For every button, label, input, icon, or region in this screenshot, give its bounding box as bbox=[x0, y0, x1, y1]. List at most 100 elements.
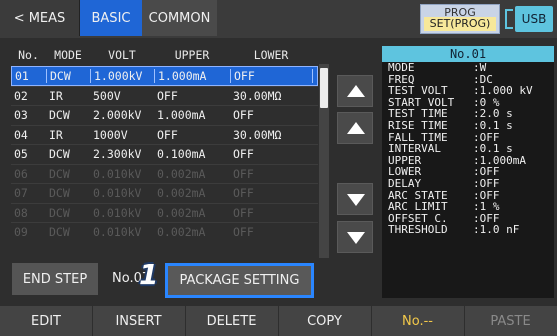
detail-value: :0.1 s bbox=[473, 118, 513, 132]
table-row[interactable]: 09 DCW 0.010kV 0.002mA OFF bbox=[11, 222, 318, 242]
insert-button[interactable]: INSERT bbox=[92, 306, 186, 336]
col-header-mode: MODE bbox=[54, 48, 82, 62]
usb-indicator: USB bbox=[503, 6, 553, 32]
cell-upper: 0.002mA bbox=[157, 166, 206, 181]
table-body: 01 DCW 1.000kV 1.000mA OFF 02 IR 500V OFF 30.00MΩ… bbox=[11, 66, 318, 242]
cell-upper: OFF bbox=[157, 88, 178, 103]
cell-no: 01 bbox=[12, 68, 47, 83]
detail-key: ARC LIMIT bbox=[388, 200, 448, 214]
cell-upper: 1.000mA bbox=[155, 68, 231, 83]
cell-mode: DCW bbox=[47, 68, 91, 83]
cell-mode: DCW bbox=[49, 108, 70, 123]
cell-mode: DCW bbox=[49, 225, 70, 240]
table-header: No. MODE VOLT UPPER LOWER bbox=[11, 48, 318, 66]
detail-row: MODE:W bbox=[382, 62, 554, 74]
row-down-button[interactable] bbox=[337, 183, 373, 215]
detail-row: THRESHOLD :1.0 nF bbox=[382, 224, 554, 236]
delete-button[interactable]: DELETE bbox=[185, 306, 279, 336]
detail-value: :OFF bbox=[473, 176, 500, 190]
tester-screen: < MEAS BASIC COMMON PROG SET(PROG) USB N… bbox=[0, 0, 557, 336]
cell-volt: 0.010kV bbox=[93, 205, 142, 220]
paste-button[interactable]: PASTE bbox=[464, 306, 557, 336]
cell-upper: 1.000mA bbox=[157, 108, 206, 123]
callout-number: 1 bbox=[139, 258, 159, 291]
col-header-upper: UPPER bbox=[174, 48, 210, 62]
page-down-button[interactable] bbox=[337, 221, 373, 253]
cell-mode: DCW bbox=[49, 186, 70, 201]
tab-common[interactable]: COMMON bbox=[142, 0, 217, 36]
copy-button[interactable]: COPY bbox=[278, 306, 372, 336]
detail-title: No.01 bbox=[382, 46, 554, 62]
cell-lower: 30.00MΩ bbox=[233, 127, 282, 142]
cell-no: 02 bbox=[14, 88, 28, 103]
detail-value: :1 % bbox=[473, 200, 500, 214]
cell-lower: OFF bbox=[233, 147, 254, 162]
cell-mode: DCW bbox=[49, 147, 70, 162]
cell-upper: 0.002mA bbox=[157, 225, 206, 240]
tab-meas[interactable]: < MEAS bbox=[0, 0, 80, 36]
cell-volt: 2.000kV bbox=[93, 108, 142, 123]
table-row[interactable]: 01 DCW 1.000kV 1.000mA OFF bbox=[11, 66, 318, 86]
cell-volt: 0.010kV bbox=[93, 166, 142, 181]
cell-lower: OFF bbox=[231, 68, 313, 83]
prog-value: SET(PROG) bbox=[424, 17, 496, 31]
col-header-lower: LOWER bbox=[253, 48, 289, 62]
detail-key: INTERVAL bbox=[388, 142, 441, 156]
cell-mode: DCW bbox=[49, 166, 70, 181]
cell-volt: 2.300kV bbox=[93, 147, 142, 162]
step-table: No. MODE VOLT UPPER LOWER 01 DCW 1.000kV 1.… bbox=[11, 48, 318, 242]
row-up-icon bbox=[347, 122, 365, 134]
table-scrollbar[interactable] bbox=[319, 64, 329, 258]
detail-row: DELAY :OFF bbox=[382, 178, 554, 190]
detail-value: :0.1 s bbox=[473, 142, 513, 156]
col-header-volt: VOLT bbox=[108, 48, 136, 62]
tab-basic[interactable]: BASIC bbox=[80, 0, 142, 36]
cell-no: 06 bbox=[14, 166, 28, 181]
table-row[interactable]: 07 DCW 0.010kV 0.002mA OFF bbox=[11, 183, 318, 203]
page-up-button[interactable] bbox=[337, 75, 373, 107]
table-row[interactable]: 05 DCW 2.300kV 0.100mA OFF bbox=[11, 144, 318, 164]
table-row[interactable]: 03 DCW 2.000kV 1.000mA OFF bbox=[11, 105, 318, 125]
cell-lower: OFF bbox=[233, 108, 254, 123]
table-row[interactable]: 06 DCW 0.010kV 0.002mA OFF bbox=[11, 163, 318, 184]
detail-row: RISE TIME:0.1 s bbox=[382, 120, 554, 132]
cell-lower: OFF bbox=[233, 205, 254, 220]
cell-lower: OFF bbox=[233, 186, 254, 201]
page-up-icon bbox=[347, 85, 365, 97]
cell-volt: 0.010kV bbox=[93, 225, 142, 240]
cell-upper: 0.100mA bbox=[157, 147, 206, 162]
cell-no: 09 bbox=[14, 225, 28, 240]
cell-no: 07 bbox=[14, 186, 28, 201]
row-down-icon bbox=[347, 194, 365, 206]
usb-label: USB bbox=[515, 6, 553, 32]
detail-row: INTERVAL :0.1 s bbox=[382, 143, 554, 155]
scrollbar-thumb[interactable] bbox=[320, 68, 328, 108]
detail-key: DELAY bbox=[388, 176, 422, 190]
cell-lower: OFF bbox=[233, 166, 254, 181]
cell-mode: DCW bbox=[49, 205, 70, 220]
end-step-button[interactable]: END STEP bbox=[12, 263, 98, 295]
step-detail-panel: No.01 MODE:W FREQ:DC TEST VOLT:1.000 kV STA… bbox=[382, 46, 554, 298]
detail-value: :1.0 nF bbox=[473, 223, 520, 237]
detail-value: :W bbox=[473, 61, 487, 74]
table-row[interactable]: 04 IR 1000V OFF 30.00MΩ bbox=[11, 124, 318, 145]
top-bar: < MEAS BASIC COMMON PROG SET(PROG) USB bbox=[0, 0, 557, 38]
detail-key: THRESHOLD bbox=[388, 223, 448, 237]
table-row[interactable]: 02 IR 500V OFF 30.00MΩ bbox=[11, 85, 318, 106]
edit-button[interactable]: EDIT bbox=[0, 306, 93, 336]
cell-upper: OFF bbox=[157, 127, 178, 142]
cell-no: 03 bbox=[14, 108, 28, 123]
table-row[interactable]: 08 DCW 0.010kV 0.002mA OFF bbox=[11, 202, 318, 223]
detail-row: ARC LIMIT :1 % bbox=[382, 201, 554, 213]
row-up-button[interactable] bbox=[337, 112, 373, 144]
cell-mode: IR bbox=[49, 127, 63, 142]
cell-mode: IR bbox=[49, 88, 63, 103]
cell-no: 04 bbox=[14, 127, 28, 142]
cell-no: 05 bbox=[14, 147, 28, 162]
cell-lower: 30.00MΩ bbox=[233, 88, 282, 103]
usb-bracket-icon bbox=[505, 9, 513, 29]
package-setting-button[interactable]: PACKAGE SETTING bbox=[165, 263, 314, 298]
cell-volt: 500V bbox=[93, 88, 121, 103]
cell-volt: 1.000kV bbox=[91, 68, 155, 83]
cell-volt: 0.010kV bbox=[93, 186, 142, 201]
